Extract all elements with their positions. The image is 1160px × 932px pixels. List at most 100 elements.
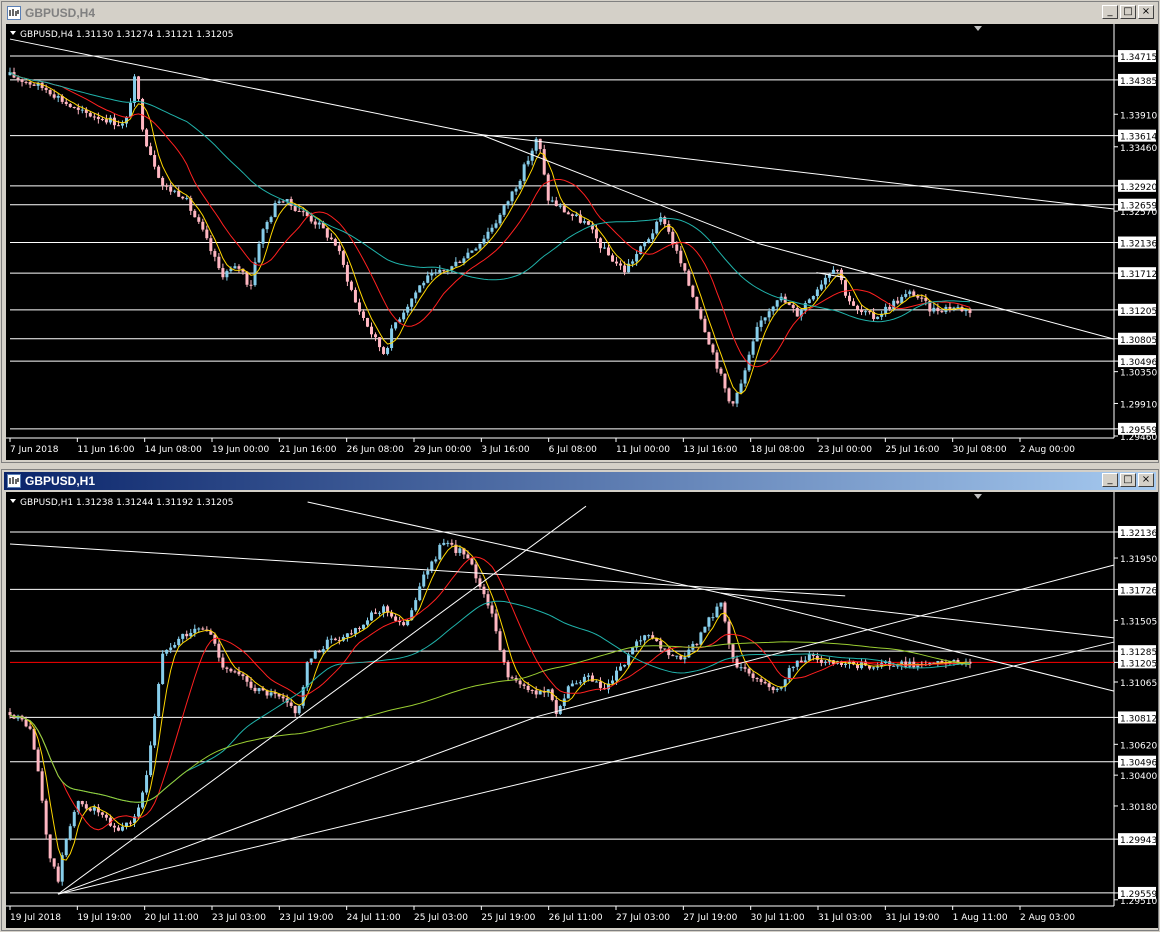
candle-body [345, 633, 349, 638]
minimize-button[interactable]: _ [1102, 473, 1118, 487]
candle-body [594, 229, 598, 239]
time-tick-label: 26 Jun 08:00 [347, 445, 404, 455]
candle-body [815, 655, 819, 660]
candle-body [213, 251, 217, 257]
candle-body [446, 542, 450, 544]
candle-body [454, 261, 458, 267]
candle-body [430, 561, 434, 571]
candle-body [185, 198, 189, 200]
candle-body [56, 96, 60, 98]
candle-body [546, 174, 550, 201]
chart-canvas-h4[interactable]: 1.34715 1.34385 1.33910 1.33614 1.33460 1.329… [6, 24, 1158, 460]
candle-body [956, 306, 960, 308]
time-tick-label: 1 Aug 11:00 [953, 913, 1008, 923]
price-tick-label: 1.30620 [1120, 741, 1157, 751]
candle-body [426, 275, 430, 283]
candle-body [932, 307, 936, 312]
candle-body [719, 368, 723, 374]
candle-body [847, 295, 851, 302]
candle-body [771, 687, 775, 691]
price-tick-label: 1.30180 [1120, 803, 1157, 813]
candle-body [594, 681, 598, 683]
maximize-button[interactable]: □ [1120, 473, 1136, 487]
candle-body [157, 166, 161, 178]
candle-body [229, 668, 233, 672]
candle-body [406, 306, 410, 313]
candle-body [892, 665, 896, 667]
candle-body [904, 294, 908, 297]
candle-body [297, 705, 301, 714]
time-tick-label: 18 Jul 08:00 [751, 445, 805, 455]
window-titlebar[interactable]: GBPUSD,H4 _ □ × [4, 4, 1156, 22]
candle-body [249, 284, 253, 286]
trendline [307, 501, 721, 594]
candle-body [470, 558, 474, 565]
candle-body [490, 227, 494, 232]
candle-body [743, 667, 747, 669]
price-chart-svg: 1.34715 1.34385 1.33910 1.336141.33460 1.329… [6, 24, 1157, 455]
chart-window-icon [7, 6, 21, 20]
candle-body [418, 285, 422, 293]
candle-body [149, 745, 153, 776]
candle-body [269, 217, 273, 223]
close-button[interactable]: × [1138, 473, 1154, 487]
candle-body [48, 90, 52, 95]
candle-body [856, 305, 860, 310]
candle-body [462, 258, 466, 263]
candle-body [245, 271, 249, 285]
minimize-button[interactable]: _ [1102, 5, 1118, 19]
candle-body [502, 205, 506, 215]
price-tick-label: 1.30496 [1120, 358, 1157, 368]
close-button[interactable]: × [1138, 5, 1154, 19]
candle-body [361, 311, 365, 318]
candle-body [329, 237, 333, 240]
candle-body [116, 125, 120, 127]
window-titlebar[interactable]: GBPUSD,H1 _ □ × [4, 472, 1156, 490]
candle-body [466, 554, 470, 559]
candle-body [936, 661, 940, 663]
candle-body [502, 650, 506, 663]
candle-body [791, 666, 795, 669]
time-tick-label: 3 Jul 16:00 [481, 445, 530, 455]
price-tick-label: 1.33460 [1120, 144, 1157, 154]
candle-body [663, 648, 667, 650]
price-tick-label: 1.31205 [1120, 307, 1157, 317]
candle-body [570, 683, 574, 687]
candle-body [952, 659, 956, 662]
candle-body [795, 660, 799, 667]
candle-body [116, 827, 120, 831]
info-dropdown-icon [10, 499, 16, 503]
candle-body [225, 667, 229, 669]
candle-body [574, 683, 578, 685]
candle-body [598, 238, 602, 249]
chart-canvas-h1[interactable]: 1.321361.319501.317261.315051.312851.312… [6, 492, 1158, 928]
candle-body [602, 247, 606, 249]
candle-body [16, 77, 20, 80]
candle-body [92, 807, 96, 811]
candle-body [578, 682, 582, 684]
candle-body [233, 266, 237, 269]
time-tick-label: 23 Jul 00:00 [818, 445, 872, 455]
candle-body [173, 644, 177, 648]
candle-body [506, 662, 510, 678]
candle-body [643, 635, 647, 641]
candle-body [325, 639, 329, 650]
candle-body [723, 373, 727, 389]
candle-body [72, 811, 76, 827]
maximize-button[interactable]: □ [1120, 5, 1136, 19]
candle-body [434, 559, 438, 562]
chart-window-h4[interactable]: GBPUSD,H4 _ □ × 1.34715 1.34385 1.33910 1.3… [1, 1, 1159, 463]
candle-body [831, 269, 835, 275]
candle-body [410, 298, 414, 307]
time-tick-label: 27 Jul 03:00 [616, 913, 670, 923]
candle-body [145, 129, 149, 147]
candle-body [221, 268, 225, 278]
chart-window-h1[interactable]: GBPUSD,H1 _ □ × 1.32136 1.31950 1.31726 1.3… [1, 469, 1159, 931]
candle-body [8, 712, 12, 716]
candle-body [715, 606, 719, 618]
candle-body [615, 261, 619, 264]
candle-body [386, 348, 390, 354]
candle-body [353, 289, 357, 303]
candle-body [514, 188, 518, 192]
price-tick-label: 1.34385 [1120, 77, 1157, 87]
